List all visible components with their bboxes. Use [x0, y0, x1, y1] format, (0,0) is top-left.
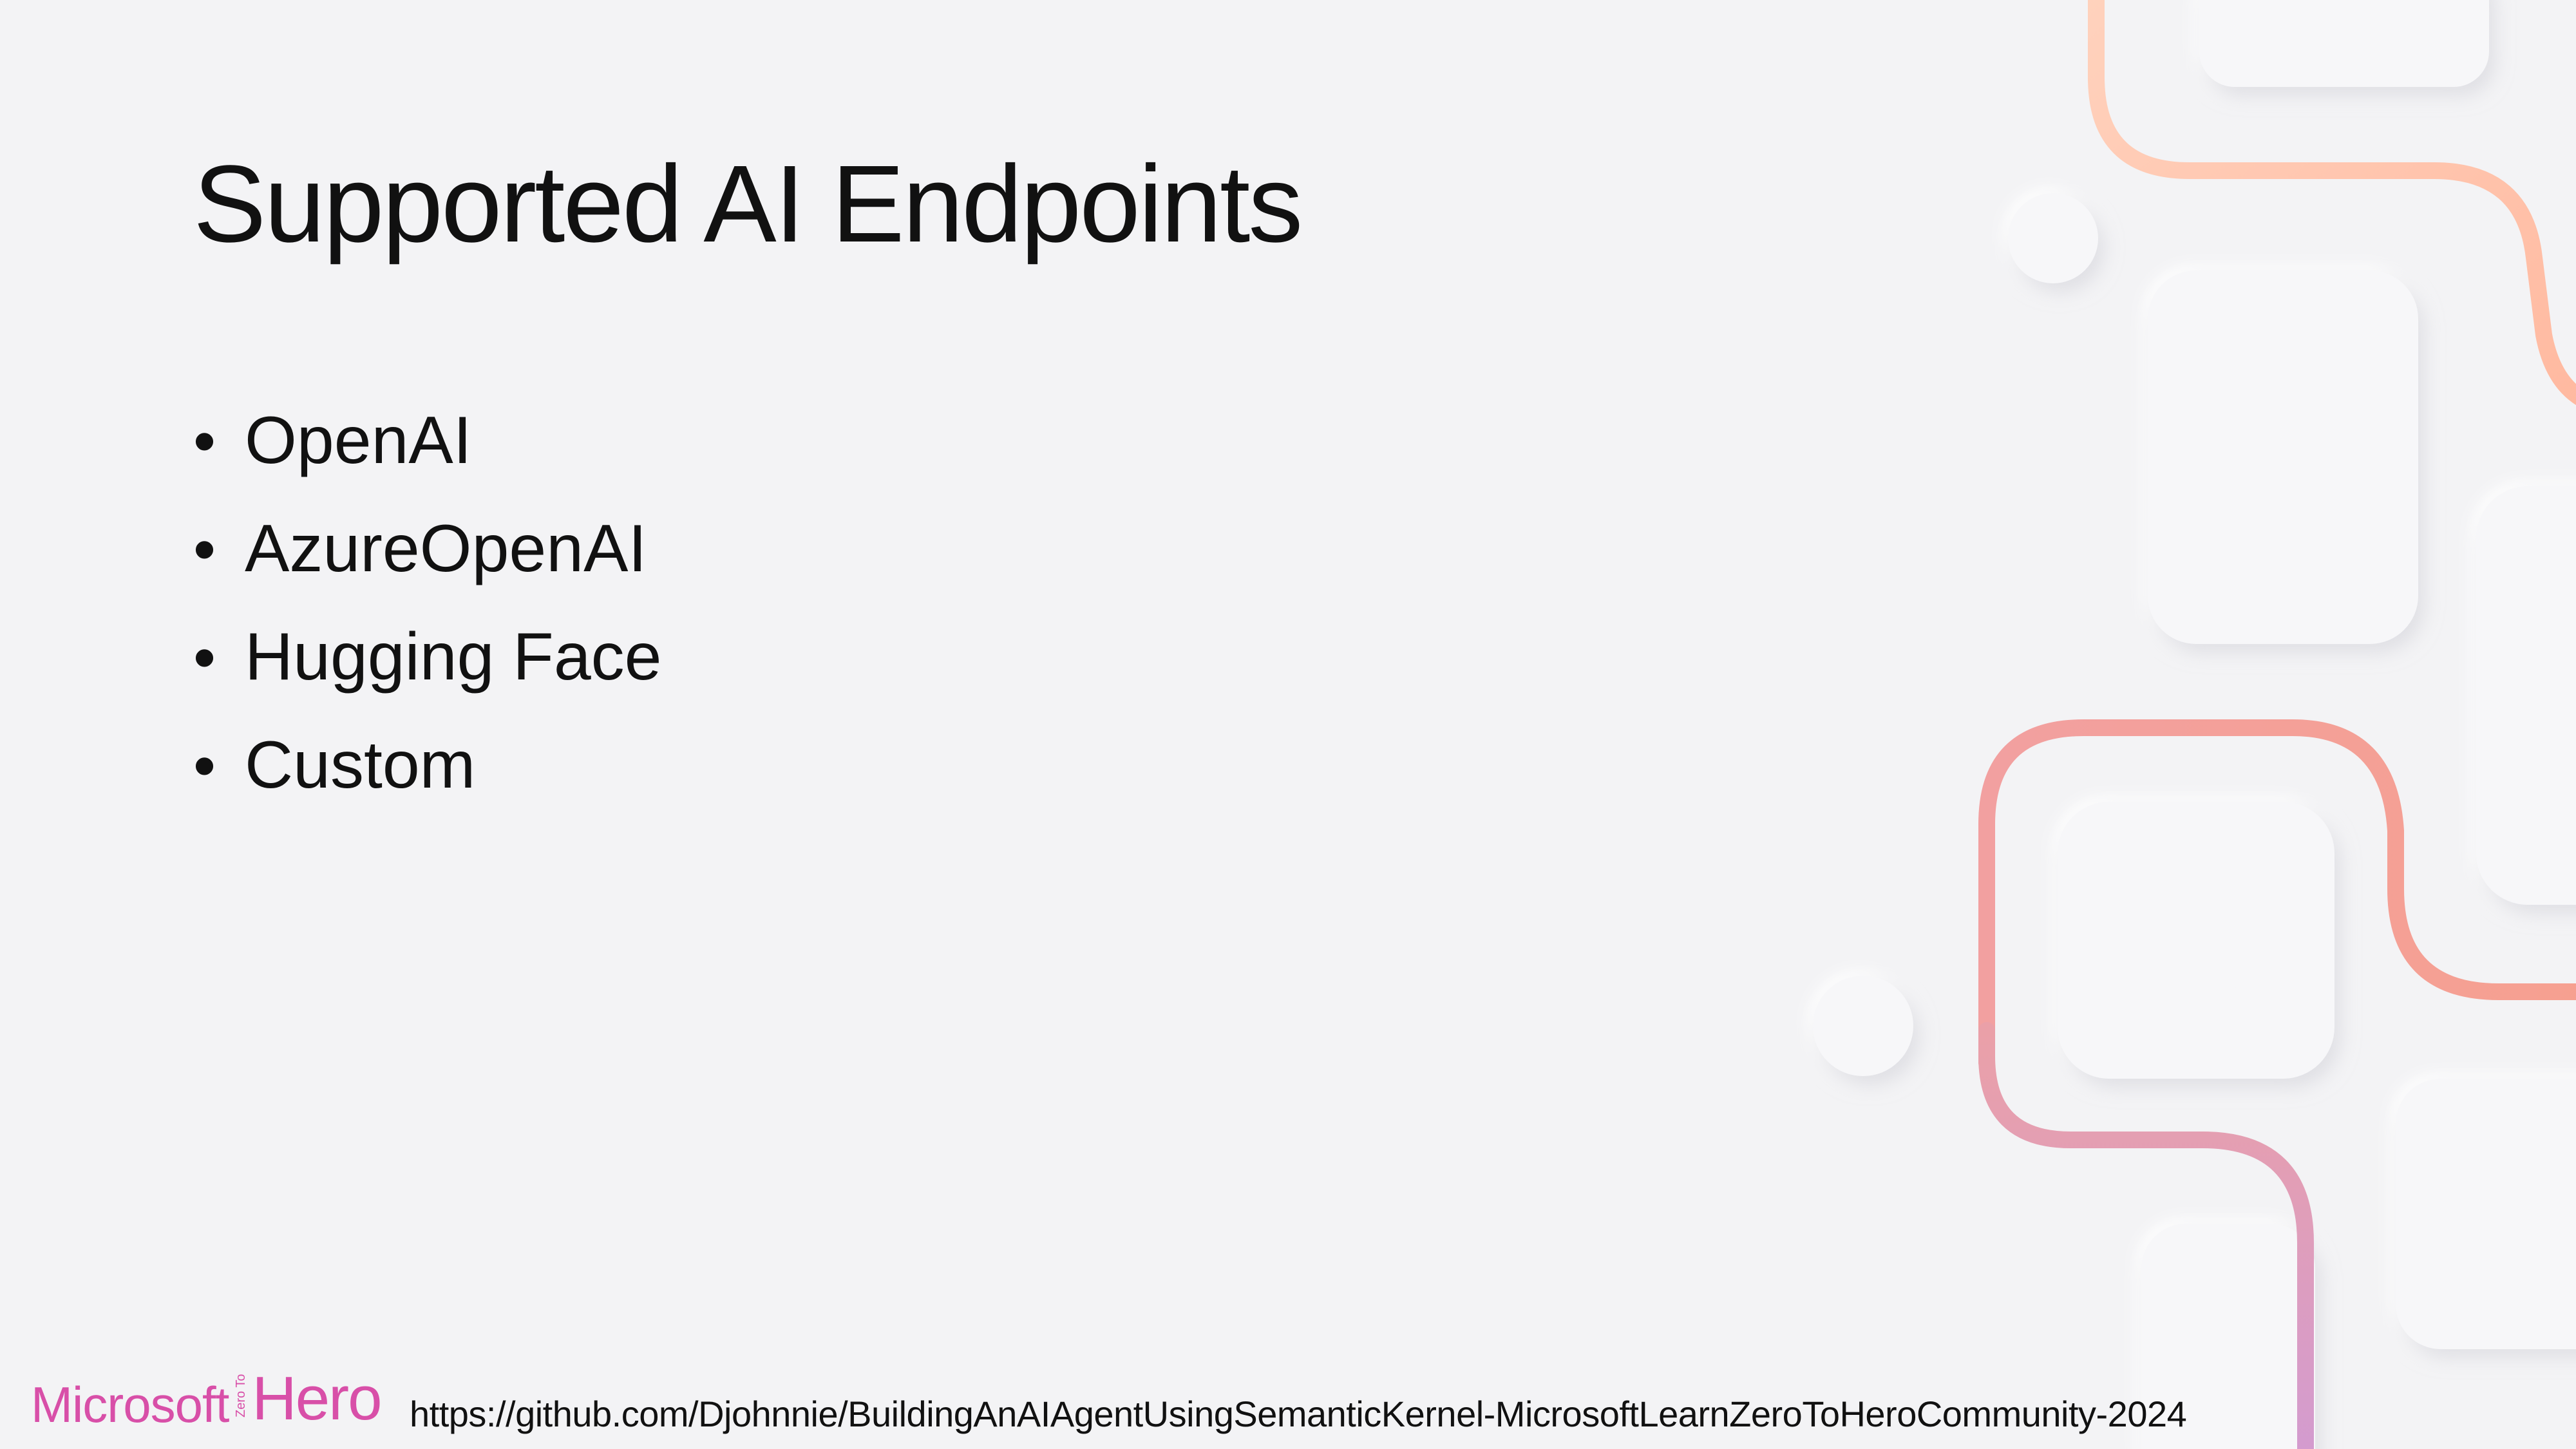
bullet-dot: •	[193, 730, 216, 802]
footer-url: https://github.com/Djohnnie/BuildingAnAI…	[410, 1394, 2187, 1434]
deco-tile-right-inner	[2534, 544, 2576, 866]
deco-square-inner	[2151, 895, 2248, 992]
deco-tile-bottom-right	[2396, 1079, 2576, 1349]
deco-circle-upper	[2008, 193, 2098, 283]
bullet-text: OpenAI	[245, 403, 472, 478]
bullet-text: Custom	[245, 728, 476, 802]
deco-circle-lower	[1813, 976, 1913, 1076]
bullet-dot: •	[193, 513, 216, 585]
slide: Supported AI Endpoints • OpenAI • AzureO…	[0, 0, 2576, 1449]
deco-tile-large	[2148, 270, 2418, 644]
bullet-dot: •	[193, 621, 216, 694]
logo-small-text: Zero To	[234, 1374, 249, 1417]
bullet-dot: •	[193, 405, 216, 477]
list-item: • Custom	[193, 711, 662, 819]
bullet-list: • OpenAI • AzureOpenAI • Hugging Face • …	[193, 386, 662, 819]
list-item: • OpenAI	[193, 386, 662, 495]
deco-pill-top	[2199, 0, 2489, 87]
slide-title: Supported AI Endpoints	[193, 143, 1303, 265]
logo-word: Microsoft	[31, 1376, 229, 1433]
microsoft-zero-to-hero-logo: Microsoft Zero To Hero	[31, 1359, 382, 1433]
logo-hero: Hero	[252, 1364, 382, 1433]
bullet-text: AzureOpenAI	[245, 511, 647, 586]
bullet-text: Hugging Face	[245, 620, 662, 694]
list-item: • Hugging Face	[193, 603, 662, 711]
list-item: • AzureOpenAI	[193, 495, 662, 603]
